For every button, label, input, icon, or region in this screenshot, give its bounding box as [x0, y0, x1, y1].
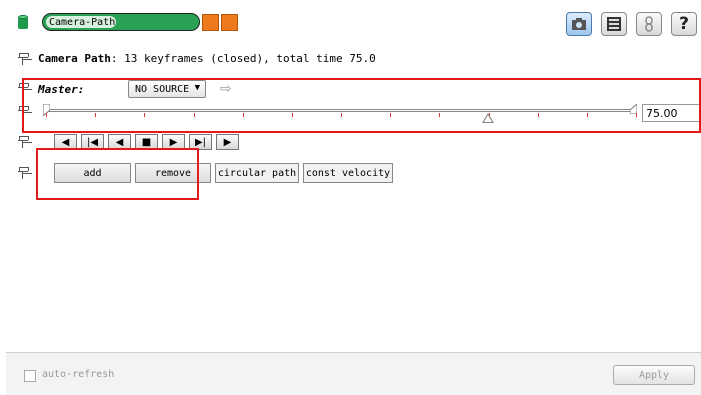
info-label: Camera Path	[38, 52, 111, 65]
keyframe-tick	[538, 113, 539, 117]
step-back-button[interactable]: ◀	[108, 134, 131, 150]
camera-view-icon	[572, 18, 586, 30]
next-key-button[interactable]: ▶|	[189, 134, 212, 150]
pin-icon[interactable]	[18, 136, 29, 148]
help-icon: ?	[679, 14, 689, 34]
keyframe-tick	[390, 113, 391, 117]
header-bar: Camera-Path ?	[18, 10, 701, 36]
stop-icon: ■	[141, 136, 152, 148]
apply-button[interactable]: Apply	[613, 365, 695, 385]
add-button[interactable]: add	[54, 163, 131, 183]
first-frame-button[interactable]: ◀	[54, 134, 77, 150]
skip-forward-icon: ▶|	[194, 136, 207, 148]
list-view-button[interactable]	[601, 12, 627, 36]
pin-icon[interactable]	[18, 167, 29, 179]
chevron-down-icon: ▼	[194, 83, 200, 93]
prev-key-button[interactable]: |◀	[81, 134, 104, 150]
remove-button[interactable]: remove	[135, 163, 211, 183]
module-title[interactable]: Camera-Path	[42, 13, 200, 31]
keyframe-tick	[194, 113, 195, 117]
help-button[interactable]: ?	[671, 12, 697, 36]
rewind-icon: ◀	[61, 136, 70, 148]
keyframe-tick	[341, 113, 342, 117]
header-tools: ?	[566, 12, 697, 36]
keyframe-ticks	[46, 113, 637, 119]
arrow-right-icon[interactable]: ⇨	[220, 81, 232, 97]
link-icon	[645, 16, 653, 32]
keyframe-tick	[636, 113, 637, 117]
skip-back-icon: |◀	[86, 136, 99, 148]
keyframe-tick	[144, 113, 145, 117]
color-swatch-button[interactable]	[221, 13, 238, 31]
play-icon: ▶	[223, 136, 232, 148]
keyframe-tick	[292, 113, 293, 117]
pin-icon[interactable]	[18, 106, 29, 118]
camera-view-button[interactable]	[566, 12, 592, 36]
step-forward-button[interactable]: ▶	[162, 134, 185, 150]
circular-path-button[interactable]: circular path	[215, 163, 299, 183]
time-input[interactable]: 75.00	[642, 104, 701, 122]
keyframe-tick	[46, 113, 47, 117]
footer-bar: auto-refresh Apply	[6, 352, 701, 395]
pin-icon[interactable]	[18, 83, 29, 95]
stop-button[interactable]: ■	[135, 134, 158, 150]
auto-refresh-label: auto-refresh	[42, 369, 115, 380]
step-back-icon: ◀	[115, 136, 124, 148]
timeline-track[interactable]	[44, 109, 636, 112]
link-button[interactable]	[636, 12, 662, 36]
info-text: : 13 keyframes (closed), total time 75.0	[110, 52, 376, 65]
auto-refresh-checkbox[interactable]	[24, 370, 36, 382]
keyframe-tick	[243, 113, 244, 117]
keyframe-tick	[439, 113, 440, 117]
transport-controls: ◀ |◀ ◀ ■ ▶ ▶| ▶	[18, 133, 243, 151]
database-icon	[18, 14, 28, 30]
master-row: Master: NO SOURCE ▼ ⇨	[18, 79, 232, 99]
path-actions: add remove circular path const velocity	[18, 162, 397, 184]
const-velocity-button[interactable]: const velocity	[303, 163, 393, 183]
timeline-row: 75.00	[18, 104, 701, 126]
keyframe-tick	[95, 113, 96, 117]
master-label: Master:	[38, 82, 85, 96]
step-forward-icon: ▶	[169, 136, 178, 148]
list-view-icon	[607, 17, 621, 31]
keyframe-tick	[587, 113, 588, 117]
pin-icon[interactable]	[18, 52, 29, 65]
color-swatch-button[interactable]	[202, 13, 219, 31]
current-time-marker[interactable]	[482, 113, 494, 123]
camera-path-info: Camera Path: 13 keyframes (closed), tota…	[18, 52, 376, 65]
play-button[interactable]: ▶	[216, 134, 239, 150]
master-source-select[interactable]: NO SOURCE ▼	[128, 80, 206, 98]
